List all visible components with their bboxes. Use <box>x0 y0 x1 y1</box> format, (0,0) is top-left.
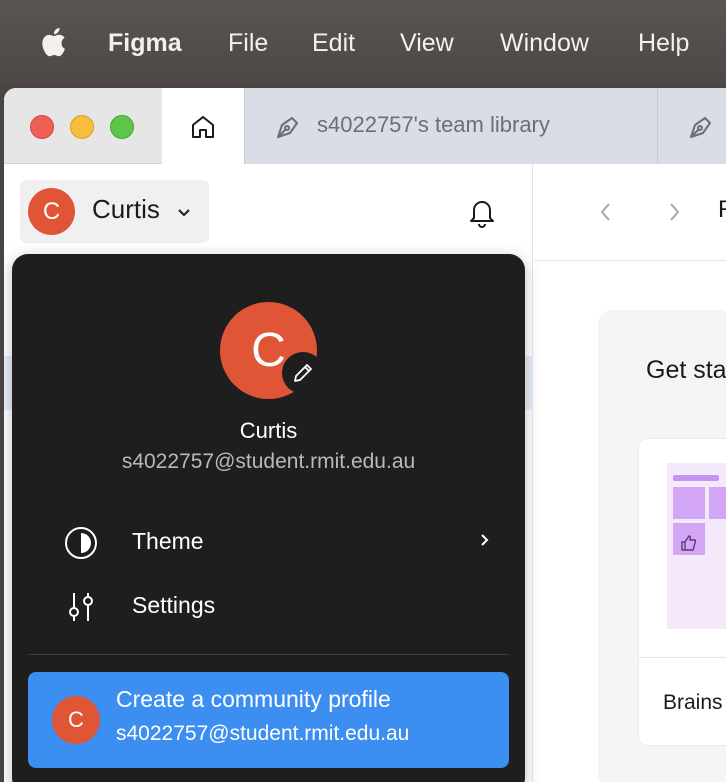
apple-icon[interactable] <box>38 24 72 60</box>
menu-window[interactable]: Window <box>500 26 589 60</box>
menu-file[interactable]: File <box>228 26 268 60</box>
close-window-button[interactable] <box>30 115 54 139</box>
menu-view[interactable]: View <box>400 26 454 60</box>
menu-item-theme-label: Theme <box>132 528 204 554</box>
account-switcher-button[interactable]: C Curtis <box>20 180 209 243</box>
template-card-label: Brains <box>663 691 723 714</box>
tab-team-library-label: s4022757's team library <box>317 112 550 137</box>
create-community-profile-button[interactable]: C Create a community profile s4022757@st… <box>28 672 509 768</box>
minimize-window-button[interactable] <box>70 115 94 139</box>
chevron-right-icon[interactable] <box>664 200 684 224</box>
community-profile-email: s4022757@student.rmit.edu.au <box>116 722 410 745</box>
nav-row: R <box>534 164 726 261</box>
template-card[interactable]: Brains <box>638 438 726 746</box>
bell-icon[interactable] <box>468 196 496 228</box>
chevron-left-icon[interactable] <box>596 200 616 224</box>
avatar: C <box>52 696 100 744</box>
pen-tool-icon <box>277 117 298 138</box>
pen-tool-icon <box>690 117 711 138</box>
menu-item-settings[interactable]: Settings <box>52 580 492 632</box>
thumbs-up-icon <box>681 535 697 551</box>
divider <box>28 654 509 655</box>
get-started-panel: Get sta Brains <box>598 310 726 782</box>
main-content: R Get sta Brains <box>534 164 726 782</box>
edit-avatar-button[interactable] <box>282 352 324 394</box>
tab-home[interactable] <box>162 88 244 165</box>
template-preview <box>667 463 726 629</box>
account-dropdown: C Curtis s4022757@student.rmit.edu.au Th… <box>12 254 525 782</box>
profile-email: s4022757@student.rmit.edu.au <box>121 450 416 473</box>
pencil-icon <box>294 364 312 382</box>
account-name: Curtis <box>92 194 160 224</box>
menu-edit[interactable]: Edit <box>312 26 355 60</box>
chevron-right-icon <box>481 534 489 546</box>
community-profile-title: Create a community profile <box>116 686 391 712</box>
get-started-title: Get sta <box>646 356 726 384</box>
menu-app-figma[interactable]: Figma <box>108 26 182 60</box>
profile-name: Curtis <box>239 418 298 443</box>
theme-icon <box>65 527 97 559</box>
sliders-icon <box>69 593 93 621</box>
tab-bar: s4022757's team library <box>4 88 726 165</box>
menubar: Figma File Edit View Window Help <box>0 0 726 86</box>
tab-team-library[interactable]: s4022757's team library <box>244 88 658 164</box>
menu-help[interactable]: Help <box>638 26 689 60</box>
menu-item-settings-label: Settings <box>132 592 216 618</box>
page-title: R <box>718 196 726 224</box>
avatar: C <box>28 188 75 235</box>
tab-file[interactable] <box>658 88 726 164</box>
menu-item-theme[interactable]: Theme <box>52 516 492 568</box>
home-icon <box>192 115 214 138</box>
chevron-down-icon <box>178 209 190 217</box>
zoom-window-button[interactable] <box>110 115 134 139</box>
